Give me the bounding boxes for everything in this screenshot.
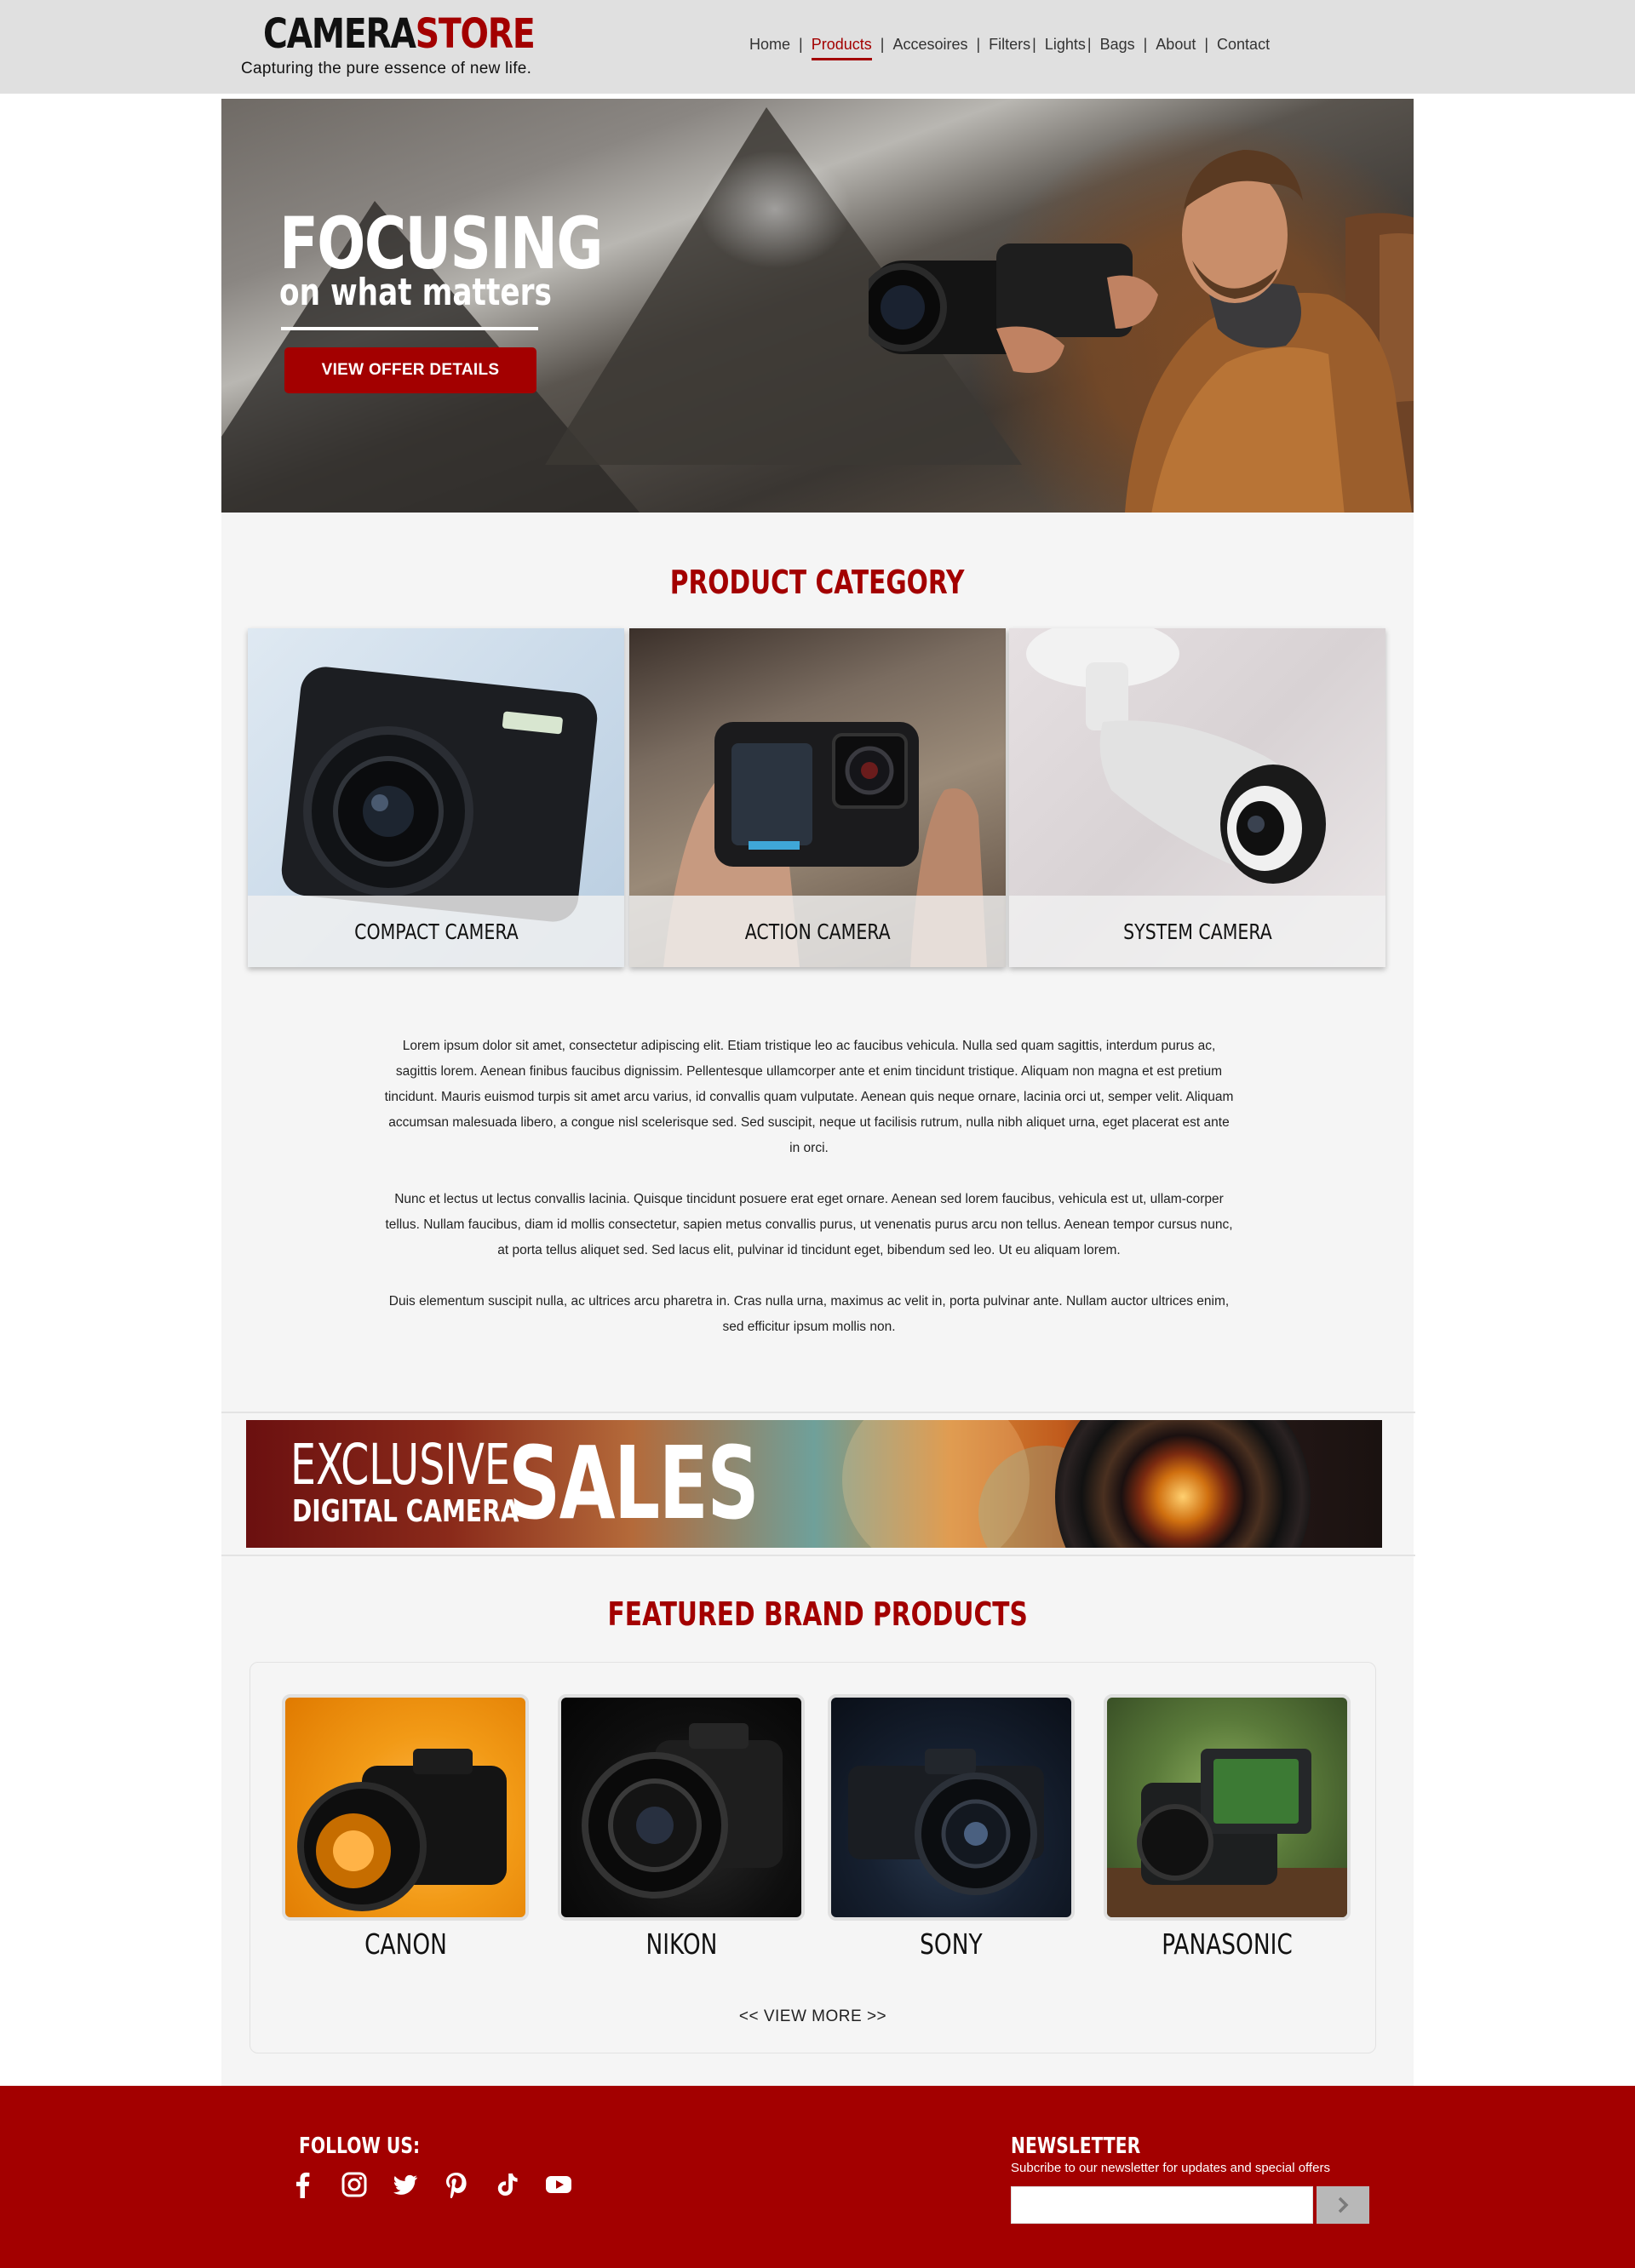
product-category-title-text: PRODUCT CATEGORY [670, 564, 965, 601]
camera-lens-image [1055, 1420, 1311, 1548]
nav-lights[interactable]: Lights [1045, 32, 1086, 57]
nav-separator: | [976, 36, 981, 53]
body-paragraph-1: Lorem ipsum dolor sit amet, consectetur … [384, 1039, 1234, 1155]
nav-separator: | [1032, 36, 1036, 53]
category-caption: ACTION CAMERA [629, 896, 1006, 967]
site-tagline: Capturing the pure essence of new life. [241, 60, 532, 77]
chevron-right-icon [1338, 2196, 1349, 2214]
sony-camera-image [848, 1749, 1044, 1895]
nav-about[interactable]: About [1156, 32, 1196, 57]
hero-subheadline: on what matters [279, 271, 552, 314]
body-paragraph-3: Duis elementum suscipit nulla, ac ultric… [388, 1294, 1230, 1334]
follow-us-label: FOLLOW US: [299, 2133, 421, 2159]
pinterest-icon[interactable] [443, 2171, 470, 2198]
banner-digital-camera: DIGITAL CAMERA [292, 1494, 519, 1529]
nav-separator: | [1087, 36, 1092, 53]
logo-text-camera: CAMERA [263, 10, 416, 58]
category-caption: COMPACT CAMERA [248, 896, 624, 967]
brand-label-canon-text: CANON [364, 1927, 447, 1961]
featured-title-text: FEATURED BRAND PRODUCTS [607, 1595, 1028, 1633]
newsletter-title: NEWSLETTER [1011, 2133, 1141, 2159]
nav-contact[interactable]: Contact [1217, 32, 1270, 57]
banner-sales: SALES [508, 1424, 760, 1542]
hero-headline: FOCUSING [279, 202, 604, 285]
site-header: CAMERASTORE Capturing the pure essence o… [0, 0, 1635, 94]
nav-products[interactable]: Products [811, 32, 872, 60]
divider [221, 1555, 1415, 1556]
canon-camera-image [297, 1749, 507, 1911]
social-links [290, 2171, 572, 2198]
brand-image-nikon[interactable] [558, 1694, 805, 1921]
tiktok-icon[interactable] [494, 2171, 521, 2198]
hero-banner: FOCUSING on what matters VIEW OFFER DETA… [221, 99, 1414, 513]
brand-label-sony: SONY [828, 1927, 1075, 1961]
nav-separator: | [1204, 36, 1209, 53]
nav-separator: | [799, 36, 803, 53]
exclusive-sales-banner[interactable]: EXCLUSIVE DIGITAL CAMERA SALES [246, 1420, 1382, 1548]
brand-image-canon[interactable] [282, 1694, 529, 1921]
view-more-link[interactable]: << VIEW MORE >> [250, 2007, 1376, 2026]
category-card-system[interactable]: SYSTEM CAMERA [1009, 628, 1385, 967]
body-paragraph-2: Nunc et lectus ut lectus convallis lacin… [385, 1192, 1233, 1257]
category-card-action[interactable]: ACTION CAMERA [629, 628, 1006, 967]
product-category-title: PRODUCT CATEGORY [221, 564, 1414, 601]
hero-snow [698, 150, 852, 269]
main-nav: Home | Products | Accesoires | Filters |… [749, 32, 1270, 63]
panasonic-camera-image [1107, 1749, 1347, 1917]
youtube-icon[interactable] [545, 2171, 572, 2198]
brand-label-nikon: NIKON [558, 1927, 805, 1961]
nav-separator: | [880, 36, 885, 53]
brand-label-nikon-text: NIKON [645, 1927, 717, 1961]
site-footer: FOLLOW US: NEWSLETTER Subcribe to our ne… [0, 2086, 1635, 2268]
banner-exclusive: EXCLUSIVE [290, 1432, 510, 1498]
instagram-icon[interactable] [341, 2171, 368, 2198]
hero-underline [281, 327, 538, 330]
logo-text-store: STORE [415, 10, 536, 58]
nav-accessories[interactable]: Accesoires [892, 32, 967, 57]
nikon-camera-image [582, 1723, 783, 1899]
nav-home[interactable]: Home [749, 32, 790, 57]
newsletter-subtitle: Subcribe to our newsletter for updates a… [1011, 2161, 1330, 2175]
nav-filters[interactable]: Filters [989, 32, 1030, 57]
brand-image-sony[interactable] [828, 1694, 1075, 1921]
newsletter-submit-button[interactable] [1317, 2186, 1369, 2224]
category-caption: SYSTEM CAMERA [1009, 896, 1385, 967]
facebook-icon[interactable] [290, 2171, 317, 2198]
category-label-system: SYSTEM CAMERA [1122, 919, 1272, 944]
category-label-action: ACTION CAMERA [744, 919, 891, 944]
brand-label-panasonic: PANASONIC [1104, 1927, 1351, 1961]
brand-label-canon: CANON [282, 1927, 529, 1961]
category-card-compact[interactable]: COMPACT CAMERA [248, 628, 624, 967]
newsletter-email-input[interactable] [1011, 2186, 1313, 2224]
hero-photographer-image [869, 150, 1414, 513]
twitter-icon[interactable] [392, 2171, 419, 2198]
nav-bags[interactable]: Bags [1100, 32, 1135, 57]
brand-label-sony-text: SONY [920, 1927, 983, 1961]
view-offer-button[interactable]: VIEW OFFER DETAILS [284, 347, 536, 393]
nav-separator: | [1143, 36, 1148, 53]
category-label-compact: COMPACT CAMERA [353, 919, 519, 944]
brand-label-panasonic-text: PANASONIC [1162, 1927, 1293, 1961]
divider [221, 1412, 1415, 1413]
featured-title: FEATURED BRAND PRODUCTS [221, 1595, 1414, 1633]
brand-image-panasonic[interactable] [1104, 1694, 1351, 1921]
site-logo[interactable]: CAMERASTORE [263, 9, 536, 60]
